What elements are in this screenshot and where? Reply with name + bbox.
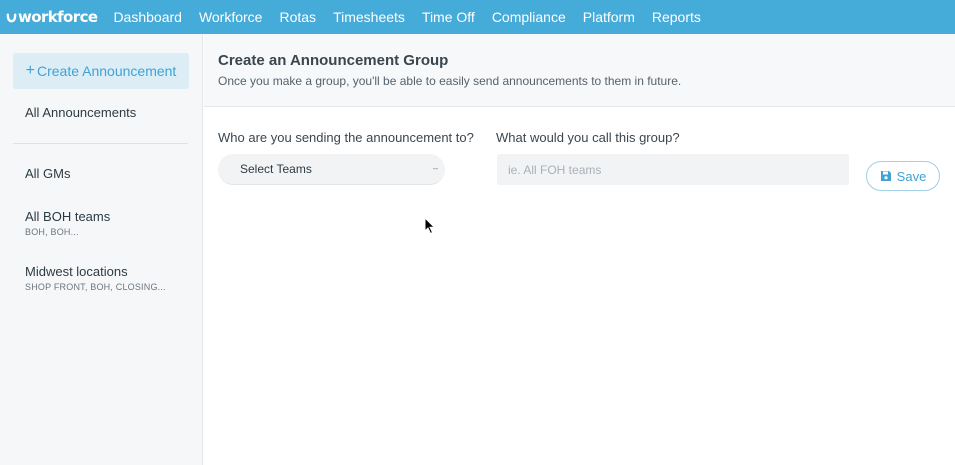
sidebar-group-item[interactable]: All BOH teams BOH, BOH...	[25, 209, 110, 237]
group-name: All GMs	[25, 166, 71, 181]
workforce-logo-icon	[6, 13, 17, 23]
select-teams-dropdown[interactable]: Select Teams –	[218, 154, 445, 185]
nav-item-rotas[interactable]: Rotas	[279, 9, 316, 25]
save-label: Save	[896, 168, 927, 184]
select-teams-value: Select Teams	[240, 162, 312, 176]
sidebar-group-item[interactable]: Midwest locations SHOP FRONT, BOH, CLOSI…	[25, 264, 166, 292]
caret-down-icon: –	[432, 163, 438, 173]
plus-icon: +	[25, 62, 35, 79]
sidebar: + Create Announcement All Announcements …	[0, 34, 203, 465]
page-subtitle: Once you make a group, you'll be able to…	[218, 74, 682, 88]
floppy-disk-icon	[880, 171, 891, 181]
page-header: Create an Announcement Group Once you ma…	[204, 34, 955, 107]
mouse-pointer-icon	[424, 217, 436, 235]
group-name-input[interactable]	[497, 154, 849, 185]
create-announcement-button[interactable]: + Create Announcement	[13, 53, 189, 89]
page-title: Create an Announcement Group	[218, 52, 449, 69]
recipients-label: Who are you sending the announcement to?	[218, 130, 474, 145]
nav-item-compliance[interactable]: Compliance	[492, 9, 566, 25]
group-name: Midwest locations	[25, 264, 128, 279]
nav-item-timesheets[interactable]: Timesheets	[333, 9, 405, 25]
nav-item-platform[interactable]: Platform	[583, 9, 635, 25]
group-teams: SHOP FRONT, BOH, CLOSING...	[25, 282, 166, 292]
main-content: Create an Announcement Group Once you ma…	[204, 34, 955, 465]
logo-text: workforce	[18, 8, 98, 26]
sidebar-group-item[interactable]: All GMs	[25, 166, 71, 181]
create-announcement-label: Create Announcement	[37, 63, 177, 79]
save-button[interactable]: Save	[866, 161, 940, 191]
sidebar-divider	[13, 143, 188, 144]
workforce-logo[interactable]: workforce	[0, 8, 98, 26]
nav-item-time-off[interactable]: Time Off	[422, 9, 475, 25]
sidebar-item-all-announcements[interactable]: All Announcements	[25, 105, 136, 120]
nav-item-dashboard[interactable]: Dashboard	[113, 9, 182, 25]
group-name: All BOH teams	[25, 209, 111, 224]
group-teams: BOH, BOH...	[25, 227, 79, 237]
top-nav-bar: workforce Dashboard Workforce Rotas Time…	[0, 0, 955, 34]
nav-item-workforce[interactable]: Workforce	[199, 9, 263, 25]
nav-item-reports[interactable]: Reports	[652, 9, 701, 25]
group-name-label: What would you call this group?	[496, 130, 680, 145]
